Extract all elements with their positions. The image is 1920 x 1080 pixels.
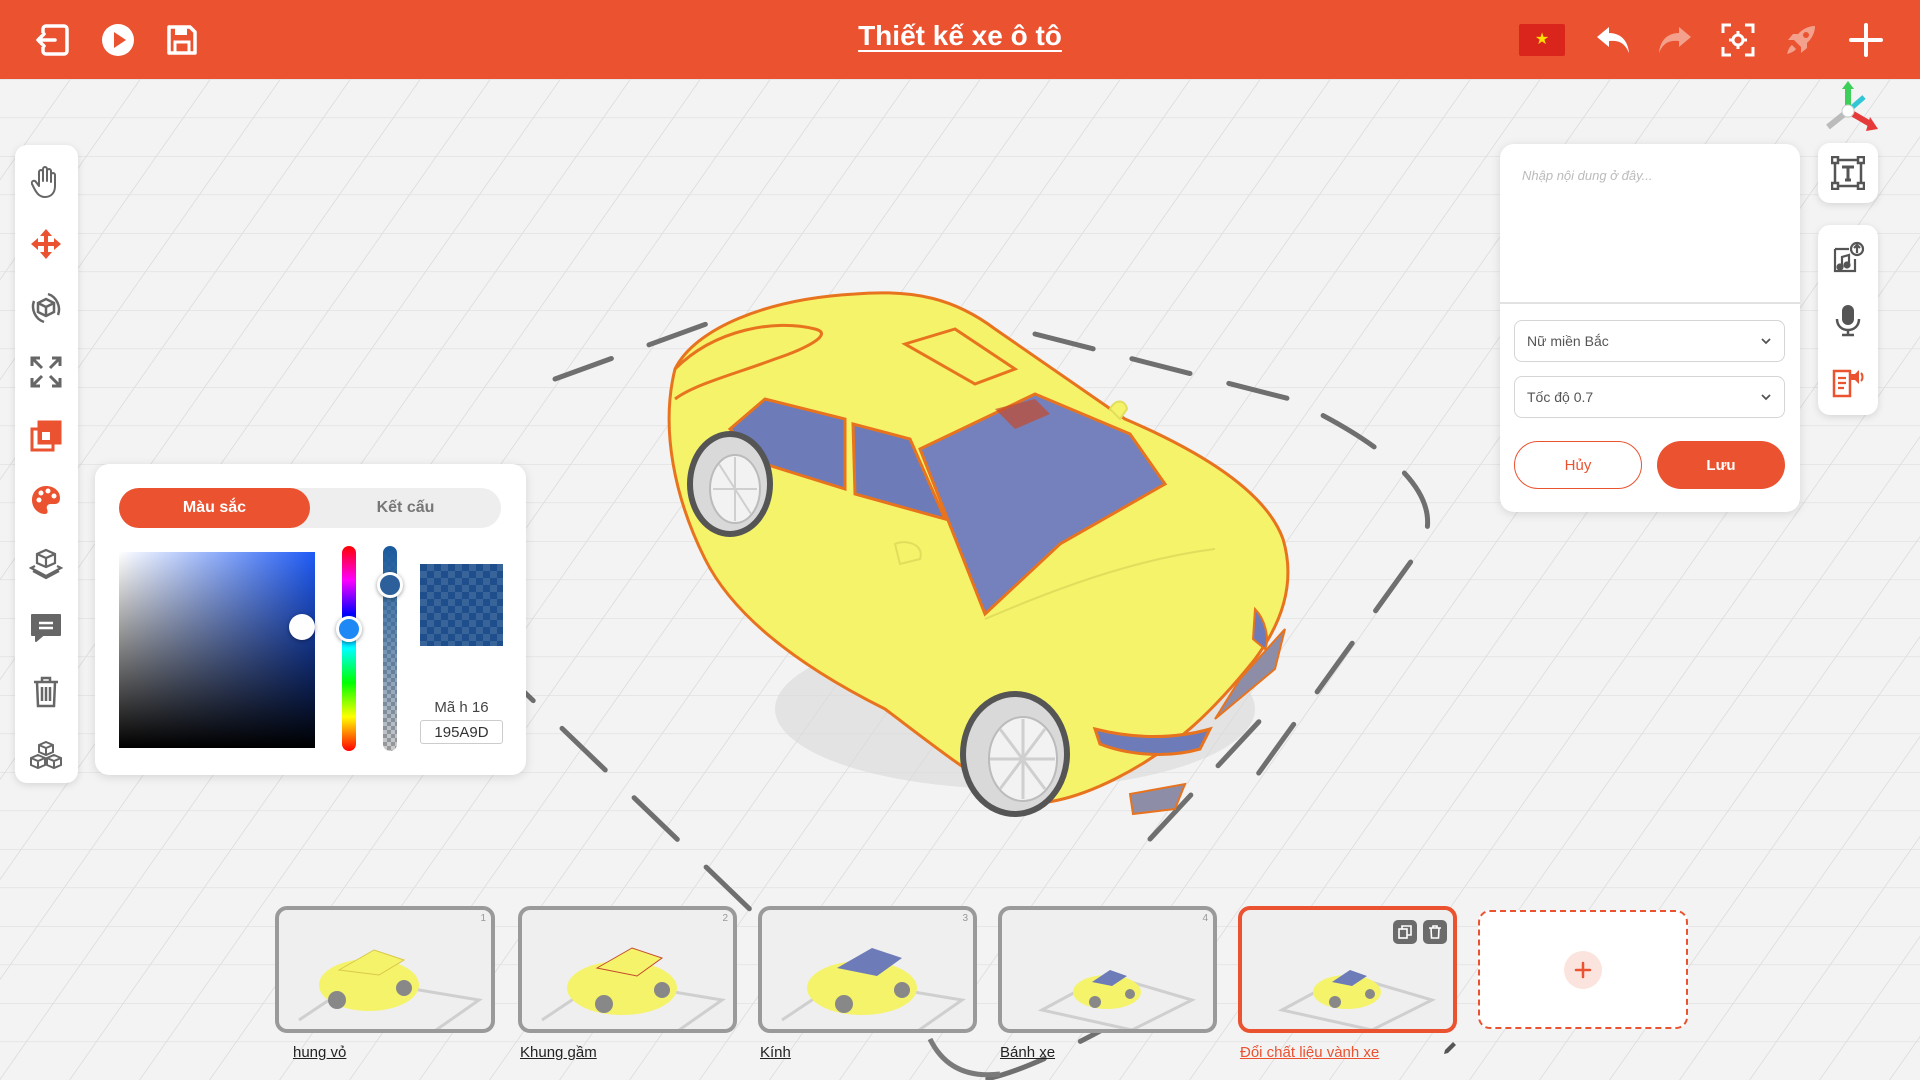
chevron-down-icon [1761,338,1771,345]
slide-thumbnail[interactable]: 1 [275,906,495,1033]
slide-number: 1 [480,913,486,924]
hex-label: Mã h 16 [434,699,489,716]
voice-select[interactable]: Nữ miền Bắc [1514,320,1785,362]
edit-pencil-icon[interactable] [1442,1040,1458,1056]
hex-input[interactable] [420,720,503,744]
chevron-down-icon [1761,394,1771,401]
voice-select-value: Nữ miền Bắc [1527,333,1609,349]
copy-slide-icon[interactable] [1393,920,1417,944]
slide-thumbnail[interactable]: 3 [758,906,977,1033]
slide-label-active[interactable]: Đổi chất liệu vành xe [1240,1044,1379,1061]
save-icon[interactable] [159,17,205,63]
axis-gizmo-icon[interactable] [1818,81,1878,137]
redo-icon[interactable] [1652,17,1698,63]
slide-number: 2 [722,913,728,924]
focus-icon[interactable] [1715,17,1761,63]
trash-icon[interactable] [23,669,69,715]
slide-preview-image [298,949,483,1029]
text-tool-icon[interactable] [1825,150,1871,196]
tab-color[interactable]: Màu sắc [119,488,310,528]
delete-slide-icon[interactable] [1423,920,1447,944]
slide-label[interactable]: Bánh xe [1000,1044,1055,1061]
move-icon[interactable] [23,221,69,267]
color-preview-swatch [420,564,503,646]
opacity-slider-handle[interactable] [377,572,403,598]
saturation-value-handle[interactable] [289,614,315,640]
flag-vietnam-icon[interactable]: ★ [1519,24,1565,56]
rotate-icon[interactable] [23,285,69,331]
audio-tools-box [1818,225,1878,415]
slide-number: 3 [962,913,968,924]
slide-thumbnail[interactable]: 4 [998,906,1217,1033]
material-icon[interactable] [23,541,69,587]
text-to-speech-panel: Nữ miền Bắc Tốc độ 0.7 Hủy Lưu [1500,144,1800,512]
color-picker-panel: Màu sắc Kết cấu Mã h 16 [95,464,526,775]
slide-tools [1393,920,1447,944]
plus-icon[interactable] [1843,17,1889,63]
scale-icon[interactable] [23,349,69,395]
exit-icon[interactable] [30,17,76,63]
comment-icon[interactable] [23,605,69,651]
microphone-icon[interactable] [1825,297,1871,343]
hue-slider-handle[interactable] [336,616,362,642]
hand-icon[interactable] [23,159,69,205]
slide-number: 4 [1202,913,1208,924]
color-texture-toggle: Màu sắc Kết cấu [119,488,501,528]
slide-label[interactable]: hung vỏ [293,1044,346,1061]
rocket-icon[interactable] [1778,17,1824,63]
undo-icon[interactable] [1590,17,1636,63]
cancel-button[interactable]: Hủy [1514,441,1642,489]
tab-texture[interactable]: Kết cấu [310,488,501,528]
play-icon[interactable] [95,17,141,63]
speech-text-input[interactable] [1500,144,1800,304]
page-title[interactable]: Thiết kế xe ô tô [710,20,1210,52]
slide-label[interactable]: Kính [760,1044,791,1061]
slide-preview-image [541,947,726,1029]
hue-slider[interactable] [342,546,356,751]
speed-select-value: Tốc độ 0.7 [1527,389,1594,405]
car-model[interactable] [655,289,1315,834]
objects-icon[interactable] [23,733,69,779]
slide-thumbnail-active[interactable] [1238,906,1457,1033]
duplicate-icon[interactable] [23,413,69,459]
speed-select[interactable]: Tốc độ 0.7 [1514,376,1785,418]
top-bar: Thiết kế xe ô tô ★ [0,0,1920,79]
plus-icon [1564,950,1602,989]
audio-upload-icon[interactable] [1825,235,1871,281]
text-tool-box [1818,143,1878,203]
slide-preview-image [1037,970,1197,1029]
slide-thumbnail[interactable]: 2 [518,906,737,1033]
flag-star: ★ [1534,31,1550,48]
left-toolbar [15,145,78,783]
saturation-value-picker[interactable] [119,552,315,748]
save-button[interactable]: Lưu [1657,441,1785,489]
slide-label[interactable]: Khung gầm [520,1044,597,1061]
text-to-speech-icon[interactable] [1825,359,1871,405]
slide-preview-image [781,948,966,1029]
add-slide-button[interactable] [1478,910,1688,1029]
palette-icon[interactable] [23,477,69,523]
